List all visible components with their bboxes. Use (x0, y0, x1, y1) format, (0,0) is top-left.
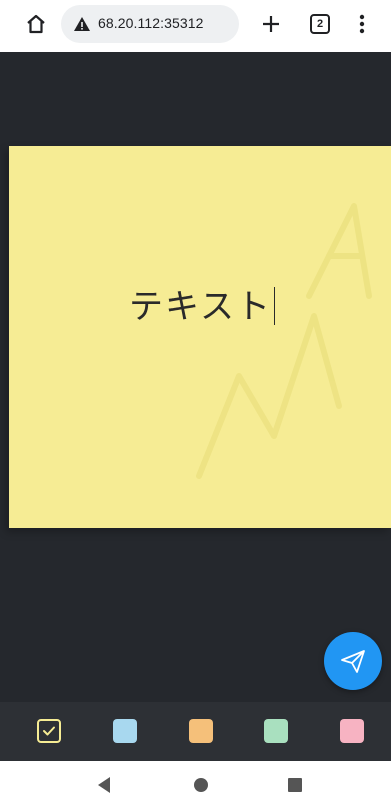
send-button[interactable] (324, 632, 382, 690)
url-text[interactable]: 68.20.112:35312 (98, 15, 204, 31)
home-circle-icon[interactable] (194, 778, 208, 792)
app-canvas: テキスト (0, 52, 391, 761)
check-icon (43, 726, 55, 736)
recents-square-icon[interactable] (288, 778, 302, 792)
back-icon[interactable] (96, 775, 112, 799)
color-swatch-pink[interactable] (340, 719, 364, 743)
watermark-logo (196, 203, 372, 479)
color-swatch-green[interactable] (264, 719, 288, 743)
color-palette (0, 702, 391, 761)
new-tab-plus-icon[interactable] (256, 9, 286, 39)
more-vert-icon[interactable] (350, 12, 374, 36)
home-icon[interactable] (22, 10, 50, 38)
sticky-note[interactable]: テキスト (9, 146, 391, 528)
paper-plane-icon (341, 650, 365, 673)
note-text-content: テキスト (129, 287, 272, 327)
address-bar[interactable]: 68.20.112:35312 (61, 5, 239, 43)
selected-color-checkbox[interactable] (37, 719, 61, 743)
browser-toolbar: 68.20.112:35312 2 (0, 0, 391, 52)
tab-switcher-button[interactable]: 2 (310, 14, 330, 34)
color-swatch-orange[interactable] (189, 719, 213, 743)
system-nav-bar (0, 761, 391, 809)
tab-count: 2 (316, 18, 324, 30)
warning-icon[interactable] (73, 15, 91, 33)
text-caret (273, 286, 275, 325)
note-text[interactable]: テキスト (129, 279, 275, 328)
color-swatch-blue[interactable] (113, 719, 137, 743)
